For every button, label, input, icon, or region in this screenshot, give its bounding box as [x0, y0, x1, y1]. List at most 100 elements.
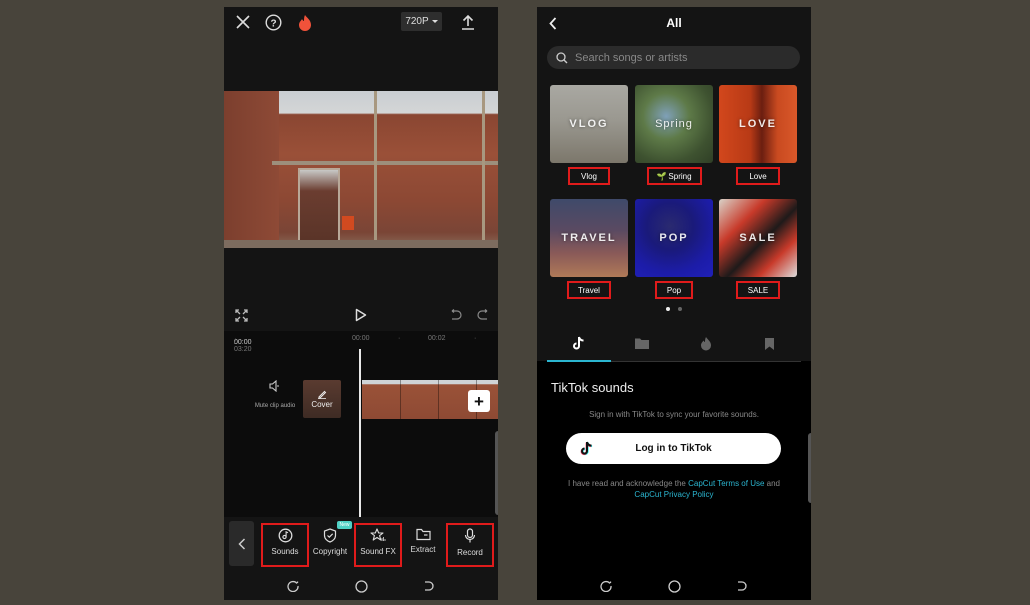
tiktok-icon — [573, 336, 584, 350]
sound-source-tabs — [547, 326, 801, 362]
ruler-mark: 00:00 — [352, 335, 370, 342]
time-ruler: 00:00 / 03:20 00:00 · 00:02 · — [234, 335, 477, 353]
toolbar-back-button[interactable] — [229, 521, 254, 566]
page-dot[interactable] — [678, 307, 682, 311]
record-button[interactable]: Record — [446, 523, 494, 567]
page-title: All — [666, 16, 682, 30]
chevron-left-icon — [237, 537, 245, 550]
playback-controls — [224, 299, 498, 331]
privacy-link[interactable]: CapCut Privacy Policy — [634, 490, 713, 499]
fullscreen-icon[interactable] — [232, 306, 250, 324]
video-preview[interactable] — [224, 37, 498, 299]
pencil-icon — [318, 390, 327, 399]
redo-icon[interactable] — [474, 306, 492, 324]
back-gesture-icon[interactable] — [421, 578, 437, 594]
terms-link[interactable]: CapCut Terms of Use — [688, 479, 764, 488]
resolution-value: 720P — [405, 16, 429, 27]
category-label: Pop — [666, 285, 682, 295]
side-panel-handle[interactable] — [808, 433, 811, 503]
thumbnail-overlay-text: VLOG — [569, 118, 609, 130]
sounds-header: All — [537, 7, 811, 40]
category-thumbnail: TRAVEL — [550, 199, 628, 277]
categories-area: VLOG Vlog Spring 🌱 Spring LOVE Love — [537, 40, 811, 361]
category-label: SALE — [747, 285, 769, 295]
back-gesture-icon[interactable] — [734, 578, 750, 594]
flame-icon[interactable] — [295, 12, 315, 32]
category-travel[interactable]: TRAVEL Travel — [550, 199, 628, 299]
playhead[interactable] — [359, 349, 361, 517]
svg-text:?: ? — [270, 18, 276, 29]
category-sale[interactable]: SALE SALE — [719, 199, 797, 299]
video-editor-screen: ? 720P 00:00 / 03:20 00:00 · 00:02 · Mut… — [224, 7, 498, 600]
login-tiktok-button[interactable]: Log in to TikTok — [566, 433, 781, 464]
category-pop[interactable]: POP Pop — [635, 199, 713, 299]
sound-fx-button[interactable]: Sound FX — [354, 523, 402, 567]
total-time: / 03:20 — [234, 339, 252, 353]
tiktok-sounds-section: TikTok sounds Sign in with TikTok to syn… — [537, 363, 811, 573]
extract-button[interactable]: Extract — [401, 525, 445, 565]
mute-label: Mute clip audio — [254, 403, 296, 409]
undo-icon[interactable] — [447, 306, 465, 324]
flame-icon — [700, 337, 711, 351]
tab-favorites[interactable] — [738, 326, 802, 361]
category-spring[interactable]: Spring 🌱 Spring — [635, 85, 713, 185]
sound-fx-label: Sound FX — [360, 547, 396, 556]
legal-notice: I have read and acknowledge the CapCut T… — [557, 478, 791, 500]
add-clip-button[interactable]: + — [468, 390, 490, 412]
login-label: Log in to TikTok — [635, 443, 712, 454]
page-dot-active[interactable] — [666, 307, 670, 311]
sounds-button[interactable]: Sounds — [261, 523, 309, 567]
seedling-icon: 🌱 — [656, 171, 667, 181]
category-label: Love — [749, 171, 767, 181]
video-frame — [224, 91, 498, 248]
timeline-panel[interactable]: 00:00 / 03:20 00:00 · 00:02 · Mute clip … — [224, 331, 498, 517]
recents-icon[interactable] — [285, 578, 301, 594]
category-thumbnail: VLOG — [550, 85, 628, 163]
cover-button[interactable]: Cover — [303, 380, 341, 418]
search-bar[interactable] — [547, 46, 800, 69]
category-thumbnail: Spring — [635, 85, 713, 163]
section-description: Sign in with TikTok to sync your favorit… — [589, 410, 759, 419]
folder-icon — [635, 338, 650, 349]
thumbnail-overlay-text: TRAVEL — [561, 232, 617, 244]
editor-top-bar: ? 720P — [224, 7, 498, 37]
upload-icon[interactable] — [458, 12, 478, 32]
category-label-box: Pop — [655, 281, 693, 299]
category-label-box: SALE — [736, 281, 780, 299]
tab-trending[interactable] — [674, 326, 738, 361]
legal-text: I have read and acknowledge the — [568, 479, 689, 488]
home-circle-icon[interactable] — [353, 578, 369, 594]
ruler-mark: 00:02 — [428, 335, 446, 342]
system-nav-bar — [537, 572, 811, 600]
side-panel-handle[interactable] — [495, 431, 498, 515]
category-label-box: 🌱 Spring — [646, 167, 702, 185]
microphone-icon — [464, 528, 476, 543]
recents-icon[interactable] — [598, 578, 614, 594]
thumbnail-overlay-text: Spring — [655, 118, 693, 130]
mute-clip-audio-button[interactable]: Mute clip audio — [250, 379, 300, 409]
category-label: Spring — [668, 171, 692, 181]
resolution-dropdown[interactable]: 720P — [401, 12, 442, 31]
copyright-button[interactable]: Copyright — [308, 525, 352, 565]
category-label-box: Vlog — [568, 167, 610, 185]
category-love[interactable]: LOVE Love — [719, 85, 797, 185]
tab-tiktok[interactable] — [547, 326, 611, 362]
close-icon[interactable] — [233, 12, 253, 32]
home-circle-icon[interactable] — [666, 578, 682, 594]
category-vlog[interactable]: VLOG Vlog — [550, 85, 628, 185]
new-badge: New — [337, 521, 352, 529]
tiktok-icon — [580, 441, 593, 456]
play-icon[interactable] — [352, 306, 370, 324]
category-thumbnail: SALE — [719, 199, 797, 277]
shield-check-icon — [323, 528, 337, 543]
search-input[interactable] — [575, 51, 775, 64]
speaker-icon — [269, 379, 279, 393]
star-sound-icon — [370, 528, 386, 541]
extract-label: Extract — [410, 545, 436, 554]
tab-folder[interactable] — [611, 326, 675, 361]
help-icon[interactable]: ? — [263, 12, 283, 32]
caret-down-icon — [431, 20, 438, 23]
category-thumbnail: POP — [635, 199, 713, 277]
category-label-box: Love — [736, 167, 780, 185]
thumbnail-overlay-text: SALE — [739, 232, 777, 244]
